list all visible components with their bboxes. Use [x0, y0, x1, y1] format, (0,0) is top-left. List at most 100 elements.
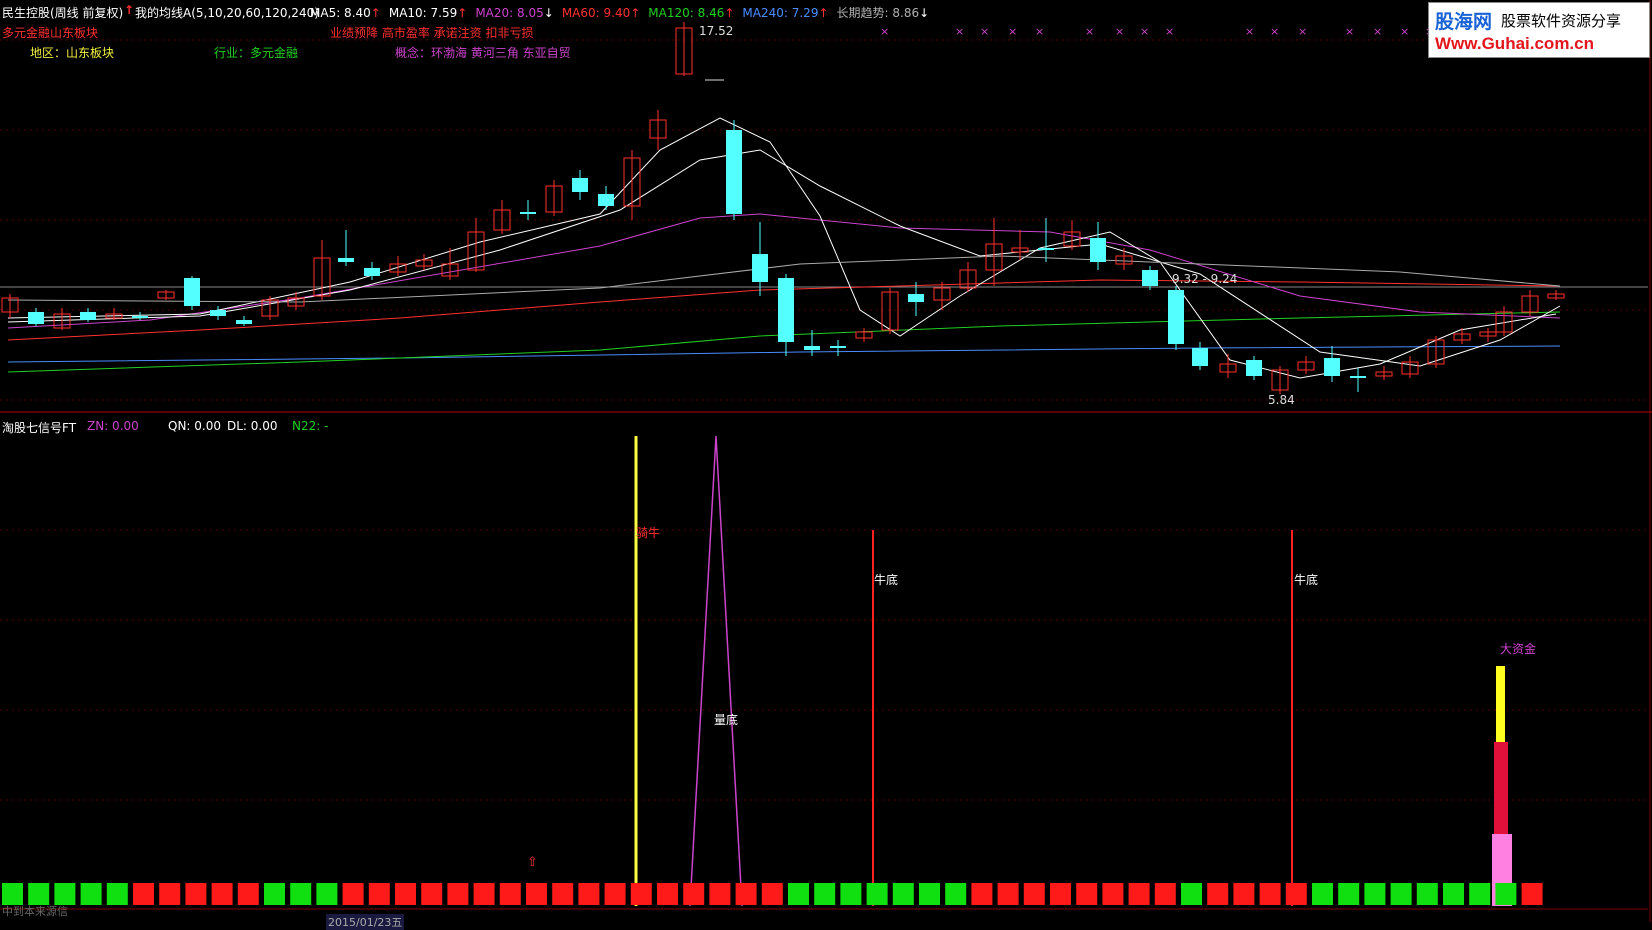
signal-block-58[interactable] [1521, 883, 1543, 905]
stock-title[interactable]: 民生控股(周线 前复权) [2, 4, 123, 21]
candle-47[interactable] [1246, 356, 1262, 380]
signal-block-40[interactable] [1050, 883, 1071, 905]
signal-block-7[interactable] [185, 883, 207, 905]
candle-8[interactable] [210, 306, 226, 320]
candle-53[interactable] [1401, 356, 1419, 378]
signal-block-38[interactable] [997, 883, 1019, 905]
candle-10[interactable] [261, 296, 279, 320]
candle-38[interactable] [1011, 230, 1029, 260]
signal-block-44[interactable] [1154, 883, 1176, 905]
signal-block-31[interactable] [814, 883, 836, 905]
candle-39[interactable] [1038, 218, 1054, 262]
candle-56[interactable] [1479, 328, 1497, 342]
signal-block-26[interactable] [683, 883, 705, 905]
candle-1[interactable] [28, 308, 44, 326]
signal-block-23[interactable] [604, 883, 626, 905]
signal-block-36[interactable] [945, 883, 967, 905]
signal-block-52[interactable] [1364, 883, 1386, 905]
candle-23[interactable] [598, 186, 614, 210]
signal-block-1[interactable] [28, 883, 50, 905]
candle-51[interactable] [1350, 368, 1366, 392]
signal-block-19[interactable] [499, 883, 521, 905]
signal-block-48[interactable] [1259, 883, 1281, 905]
candle-3[interactable] [80, 308, 96, 322]
signal-block-50[interactable] [1312, 883, 1333, 905]
signal-block-5[interactable] [133, 883, 154, 905]
candle-27[interactable] [726, 120, 742, 220]
candle-16[interactable] [415, 254, 433, 270]
candle-7[interactable] [184, 276, 200, 310]
signal-block-2[interactable] [54, 883, 76, 905]
lower-panel-title[interactable]: 淘股七信号FT [2, 419, 76, 436]
candle-55[interactable] [1453, 328, 1471, 344]
signal-block-37[interactable] [971, 883, 993, 905]
signal-block-3[interactable] [80, 883, 102, 905]
signal-block-20[interactable] [526, 883, 547, 905]
signal-block-13[interactable] [342, 883, 364, 905]
candle-36[interactable] [959, 262, 977, 292]
candle-26[interactable] [675, 22, 693, 76]
signal-block-10[interactable] [264, 883, 285, 905]
signal-block-4[interactable] [106, 883, 128, 905]
signal-block-56[interactable] [1469, 883, 1491, 905]
candle-59[interactable] [1547, 290, 1565, 300]
signal-block-27[interactable] [709, 883, 731, 905]
signal-block-28[interactable] [735, 883, 757, 905]
candle-41[interactable] [1090, 222, 1106, 270]
signal-block-9[interactable] [237, 883, 259, 905]
candle-33[interactable] [881, 288, 899, 334]
candle-12[interactable] [313, 240, 331, 300]
signal-block-22[interactable] [578, 883, 600, 905]
candle-9[interactable] [236, 316, 252, 326]
signal-block-0[interactable] [2, 883, 23, 905]
candle-57[interactable] [1495, 306, 1513, 336]
candlestick-series[interactable] [1, 22, 1565, 394]
candle-48[interactable] [1271, 366, 1289, 394]
candle-20[interactable] [520, 200, 536, 220]
candle-49[interactable] [1297, 356, 1315, 374]
candle-2[interactable] [53, 308, 71, 330]
candle-50[interactable] [1324, 346, 1340, 382]
candle-25[interactable] [649, 110, 667, 150]
signal-block-54[interactable] [1416, 883, 1438, 905]
signal-blocks[interactable] [2, 883, 1543, 905]
candle-43[interactable] [1142, 266, 1158, 290]
candle-52[interactable] [1375, 366, 1393, 380]
signal-block-55[interactable] [1443, 883, 1464, 905]
signal-block-57[interactable] [1495, 883, 1517, 905]
signal-block-6[interactable] [159, 883, 181, 905]
candle-22[interactable] [572, 170, 588, 200]
signal-block-15[interactable] [395, 883, 416, 905]
candle-19[interactable] [493, 200, 511, 234]
candle-32[interactable] [855, 328, 873, 342]
candle-54[interactable] [1427, 336, 1445, 368]
signal-block-45[interactable] [1181, 883, 1202, 905]
signal-block-39[interactable] [1023, 883, 1045, 905]
candle-5[interactable] [132, 312, 148, 320]
signal-block-11[interactable] [290, 883, 312, 905]
candle-6[interactable] [157, 290, 175, 300]
signal-block-35[interactable] [919, 883, 940, 905]
signal-block-49[interactable] [1285, 883, 1307, 905]
candle-45[interactable] [1192, 342, 1208, 370]
indicator-name[interactable]: 我的均线A(5,10,20,60,120,240) [135, 4, 319, 21]
signal-block-43[interactable] [1128, 883, 1150, 905]
candle-29[interactable] [778, 274, 794, 356]
signal-block-18[interactable] [473, 883, 495, 905]
signal-block-32[interactable] [840, 883, 862, 905]
candle-37[interactable] [985, 218, 1003, 286]
signal-block-42[interactable] [1102, 883, 1124, 905]
signal-block-17[interactable] [447, 883, 469, 905]
candle-13[interactable] [338, 230, 354, 266]
candle-35[interactable] [933, 282, 951, 310]
signal-block-24[interactable] [630, 883, 652, 905]
candle-28[interactable] [752, 222, 768, 296]
signal-block-33[interactable] [866, 883, 888, 905]
stock-chart-canvas[interactable]: ××××××××××××××××× ⇧ [0, 0, 1652, 922]
signal-block-29[interactable] [761, 883, 783, 905]
candle-42[interactable] [1115, 248, 1133, 270]
signal-block-8[interactable] [211, 883, 233, 905]
signal-block-41[interactable] [1076, 883, 1098, 905]
signal-block-53[interactable] [1390, 883, 1412, 905]
signal-block-14[interactable] [368, 883, 390, 905]
